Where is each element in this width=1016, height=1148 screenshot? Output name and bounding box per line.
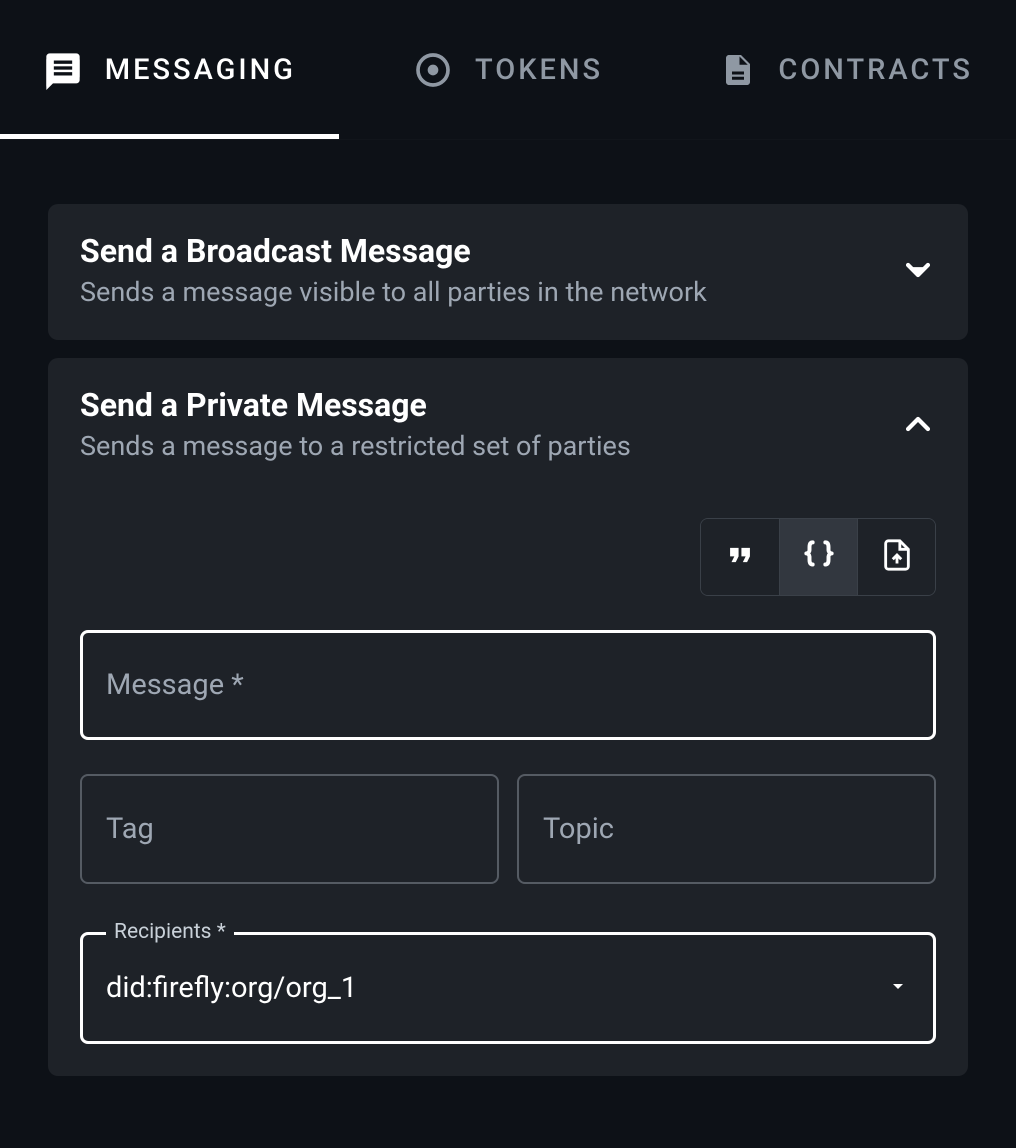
file-upload-icon <box>880 538 914 576</box>
card-broadcast: Send a Broadcast Message Sends a message… <box>48 204 968 340</box>
tab-bar: MESSAGING TOKENS CONTRACTS <box>0 0 1016 140</box>
message-field-wrap: Message * <box>80 630 936 740</box>
format-quote-button[interactable] <box>701 519 779 595</box>
tab-label: TOKENS <box>475 53 603 87</box>
tab-tokens[interactable]: TOKENS <box>339 0 678 139</box>
format-toggle-group <box>80 518 936 596</box>
content-area: Send a Broadcast Message Sends a message… <box>0 140 1016 1126</box>
message-input[interactable] <box>80 630 936 740</box>
topic-field-wrap: Topic <box>517 774 936 884</box>
tag-input[interactable] <box>80 774 499 884</box>
tab-messaging[interactable]: MESSAGING <box>0 0 339 139</box>
card-title: Send a Broadcast Message <box>80 232 900 270</box>
recipients-select[interactable] <box>80 932 936 1044</box>
message-icon <box>43 50 83 90</box>
accordion-header-broadcast[interactable]: Send a Broadcast Message Sends a message… <box>80 232 936 308</box>
tag-field-wrap: Tag <box>80 774 499 884</box>
quote-icon <box>723 538 757 576</box>
tab-label: CONTRACTS <box>778 53 973 87</box>
chevron-up-icon <box>900 406 936 442</box>
tab-label: MESSAGING <box>105 53 296 87</box>
braces-icon <box>800 536 838 578</box>
card-subtitle: Sends a message to a restricted set of p… <box>80 430 900 462</box>
card-title: Send a Private Message <box>80 386 900 424</box>
recipients-field-wrap: Recipients * did:firefly:org/org_1 <box>80 932 936 1044</box>
contract-icon <box>720 52 756 88</box>
chevron-down-icon <box>900 252 936 288</box>
card-private: Send a Private Message Sends a message t… <box>48 358 968 1076</box>
format-json-button[interactable] <box>779 519 857 595</box>
format-file-button[interactable] <box>857 519 935 595</box>
accordion-header-private[interactable]: Send a Private Message Sends a message t… <box>80 386 936 462</box>
card-subtitle: Sends a message visible to all parties i… <box>80 276 900 308</box>
tab-contracts[interactable]: CONTRACTS <box>677 0 1016 139</box>
token-icon <box>413 50 453 90</box>
topic-input[interactable] <box>517 774 936 884</box>
